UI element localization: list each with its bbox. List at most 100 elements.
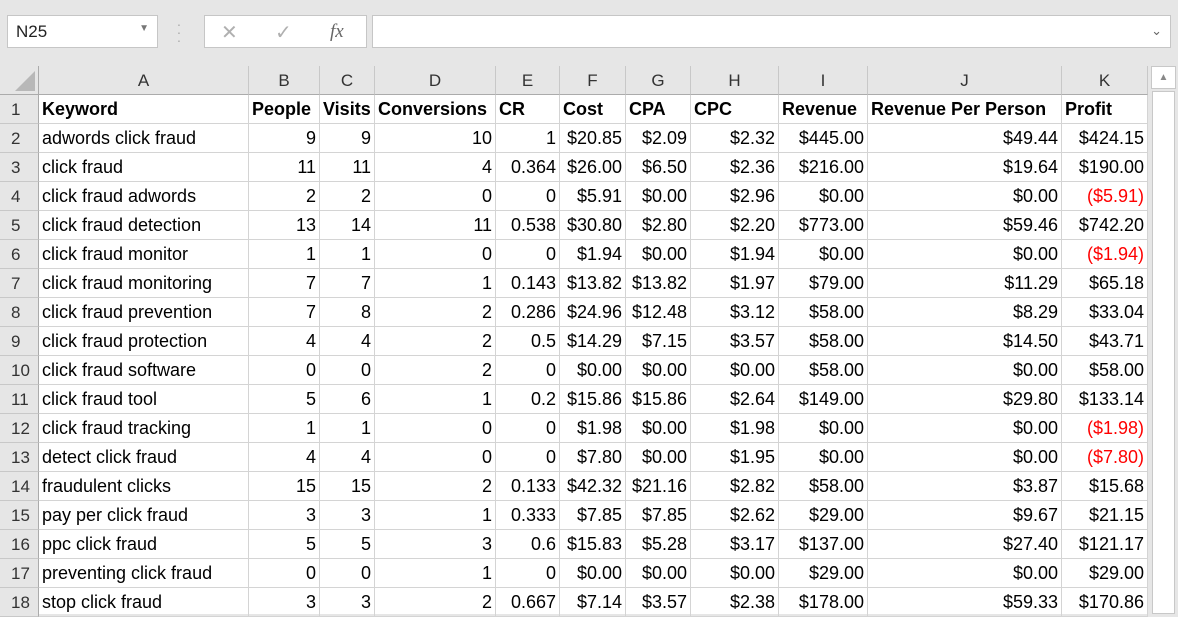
cell-b[interactable]: 5 (249, 530, 320, 559)
cell-e[interactable]: 0 (496, 240, 560, 269)
cell-f[interactable]: $0.00 (560, 559, 626, 588)
header-cell-g[interactable]: CPA (626, 95, 691, 124)
cell-c[interactable]: 1 (320, 414, 375, 443)
cell-c[interactable]: 6 (320, 385, 375, 414)
cell-j[interactable]: $29.80 (868, 385, 1062, 414)
cell-i[interactable]: $58.00 (779, 298, 868, 327)
cell-h[interactable]: $2.96 (691, 182, 779, 211)
cell-g[interactable]: $12.48 (626, 298, 691, 327)
cell-f[interactable]: $15.83 (560, 530, 626, 559)
cell-f[interactable]: $1.94 (560, 240, 626, 269)
cell-k[interactable]: ($1.98) (1062, 414, 1148, 443)
cell-h[interactable]: $2.38 (691, 588, 779, 617)
cell-f[interactable]: $15.86 (560, 385, 626, 414)
row-header[interactable]: 16 (0, 530, 39, 559)
cell-j[interactable]: $59.33 (868, 588, 1062, 617)
cell-d[interactable]: 1 (375, 269, 496, 298)
cell-e[interactable]: 0 (496, 414, 560, 443)
cell-d[interactable]: 1 (375, 559, 496, 588)
cell-e[interactable]: 0.5 (496, 327, 560, 356)
cell-j[interactable]: $14.50 (868, 327, 1062, 356)
cell-j[interactable]: $0.00 (868, 356, 1062, 385)
cell-a[interactable]: pay per click fraud (39, 501, 249, 530)
cell-g[interactable]: $0.00 (626, 182, 691, 211)
cell-j[interactable]: $27.40 (868, 530, 1062, 559)
cell-h[interactable]: $2.62 (691, 501, 779, 530)
cell-h[interactable]: $1.94 (691, 240, 779, 269)
cell-d[interactable]: 4 (375, 153, 496, 182)
cell-i[interactable]: $773.00 (779, 211, 868, 240)
cell-j[interactable]: $3.87 (868, 472, 1062, 501)
row-header[interactable]: 17 (0, 559, 39, 588)
cell-c[interactable]: 11 (320, 153, 375, 182)
cell-d[interactable]: 1 (375, 501, 496, 530)
cell-a[interactable]: click fraud tool (39, 385, 249, 414)
cell-b[interactable]: 3 (249, 588, 320, 617)
cell-b[interactable]: 7 (249, 298, 320, 327)
column-header-h[interactable]: H (691, 66, 779, 95)
cell-d[interactable]: 11 (375, 211, 496, 240)
cell-k[interactable]: $121.17 (1062, 530, 1148, 559)
select-all-button[interactable] (0, 66, 39, 95)
cell-a[interactable]: click fraud (39, 153, 249, 182)
cell-f[interactable]: $30.80 (560, 211, 626, 240)
cell-g[interactable]: $15.86 (626, 385, 691, 414)
cell-i[interactable]: $216.00 (779, 153, 868, 182)
cell-b[interactable]: 2 (249, 182, 320, 211)
cell-k[interactable]: $424.15 (1062, 124, 1148, 153)
cell-a[interactable]: click fraud detection (39, 211, 249, 240)
column-header-a[interactable]: A (39, 66, 249, 95)
cell-h[interactable]: $2.32 (691, 124, 779, 153)
cell-c[interactable]: 0 (320, 559, 375, 588)
cell-h[interactable]: $2.36 (691, 153, 779, 182)
cell-j[interactable]: $0.00 (868, 443, 1062, 472)
cell-d[interactable]: 0 (375, 443, 496, 472)
cell-e[interactable]: 0.133 (496, 472, 560, 501)
cell-g[interactable]: $0.00 (626, 240, 691, 269)
cell-g[interactable]: $3.57 (626, 588, 691, 617)
cell-c[interactable]: 3 (320, 501, 375, 530)
cell-d[interactable]: 3 (375, 530, 496, 559)
cell-j[interactable]: $0.00 (868, 182, 1062, 211)
cell-c[interactable]: 9 (320, 124, 375, 153)
column-header-e[interactable]: E (496, 66, 560, 95)
cell-h[interactable]: $1.98 (691, 414, 779, 443)
cell-k[interactable]: $33.04 (1062, 298, 1148, 327)
cell-i[interactable]: $58.00 (779, 472, 868, 501)
cell-d[interactable]: 10 (375, 124, 496, 153)
name-box-dropdown-icon[interactable]: ▼ (139, 23, 149, 34)
cell-f[interactable]: $7.14 (560, 588, 626, 617)
cell-g[interactable]: $7.85 (626, 501, 691, 530)
column-header-d[interactable]: D (375, 66, 496, 95)
cell-e[interactable]: 0.143 (496, 269, 560, 298)
cell-j[interactable]: $8.29 (868, 298, 1062, 327)
cell-h[interactable]: $3.12 (691, 298, 779, 327)
cell-k[interactable]: $29.00 (1062, 559, 1148, 588)
cell-a[interactable]: detect click fraud (39, 443, 249, 472)
cell-b[interactable]: 0 (249, 559, 320, 588)
cell-i[interactable]: $29.00 (779, 501, 868, 530)
row-header[interactable]: 6 (0, 240, 39, 269)
cell-f[interactable]: $0.00 (560, 356, 626, 385)
cell-h[interactable]: $0.00 (691, 356, 779, 385)
cell-b[interactable]: 1 (249, 240, 320, 269)
column-header-g[interactable]: G (626, 66, 691, 95)
cell-e[interactable]: 0.286 (496, 298, 560, 327)
cell-e[interactable]: 1 (496, 124, 560, 153)
header-cell-k[interactable]: Profit (1062, 95, 1148, 124)
cell-d[interactable]: 2 (375, 588, 496, 617)
cell-c[interactable]: 8 (320, 298, 375, 327)
cell-j[interactable]: $59.46 (868, 211, 1062, 240)
scroll-up-arrow-icon[interactable]: ▲ (1151, 66, 1176, 89)
row-header[interactable]: 14 (0, 472, 39, 501)
cell-g[interactable]: $0.00 (626, 443, 691, 472)
insert-function-icon[interactable]: fx (330, 21, 344, 43)
cell-h[interactable]: $3.17 (691, 530, 779, 559)
cell-d[interactable]: 0 (375, 414, 496, 443)
vertical-scrollbar[interactable]: ▲ (1150, 66, 1178, 614)
cell-i[interactable]: $0.00 (779, 414, 868, 443)
cell-d[interactable]: 2 (375, 472, 496, 501)
cell-d[interactable]: 0 (375, 240, 496, 269)
cell-i[interactable]: $0.00 (779, 240, 868, 269)
header-cell-j[interactable]: Revenue Per Person (868, 95, 1062, 124)
